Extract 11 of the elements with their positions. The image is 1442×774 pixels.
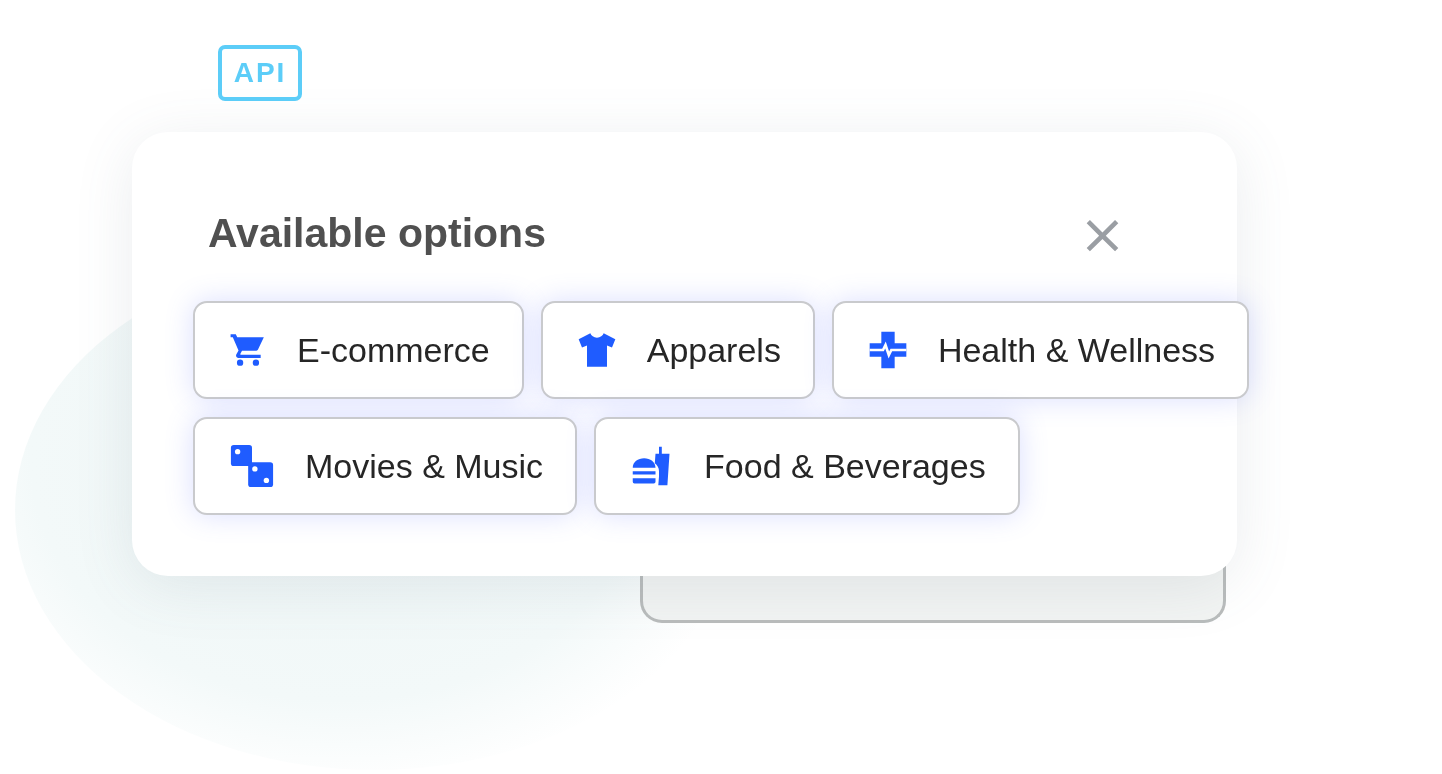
cart-icon <box>229 331 267 369</box>
medical-cross-icon <box>867 330 908 370</box>
dice-icon <box>229 443 275 489</box>
option-chip[interactable]: Food & Beverages <box>594 417 1020 515</box>
option-chip[interactable]: Apparels <box>540 301 815 399</box>
option-chip[interactable]: Health & Wellness <box>831 301 1250 399</box>
api-badge: API <box>218 45 302 101</box>
option-chip[interactable]: E-commerce <box>193 301 524 399</box>
card-title: Available options <box>208 210 546 257</box>
option-chip[interactable]: Movies & Music <box>193 417 578 515</box>
t-shirt-icon <box>576 331 617 369</box>
